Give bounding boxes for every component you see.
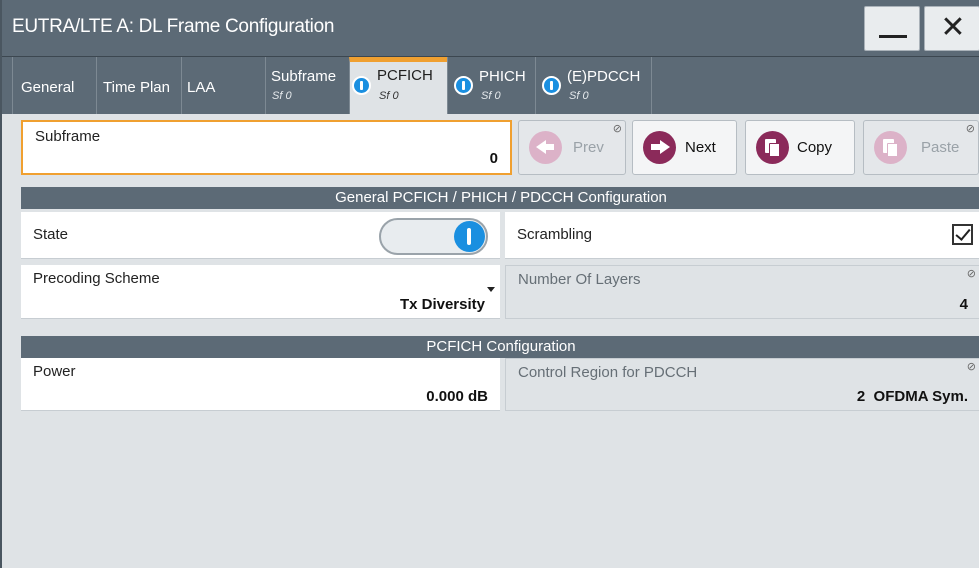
- tab-pcfich[interactable]: PCFICH Sf 0: [349, 57, 447, 114]
- dl-frame-configuration-window: EUTRA/LTE A: DL Frame Configuration ✕ Ge…: [0, 0, 979, 568]
- tab-label: Subframe: [271, 68, 337, 85]
- readonly-icon: ⊘: [966, 360, 976, 373]
- precoding-label: Precoding Scheme: [33, 270, 160, 287]
- state-field: State: [21, 212, 500, 259]
- tab-sublabel: Sf 0: [481, 90, 501, 102]
- control-region-field: ⊘ Control Region for PDCCH 2 OFDMA Sym.: [505, 358, 979, 411]
- tab-subframe[interactable]: Subframe Sf 0: [265, 57, 349, 114]
- state-toggle[interactable]: [379, 218, 488, 255]
- next-button[interactable]: Next: [632, 120, 737, 175]
- prev-button[interactable]: ⊘ Prev: [518, 120, 626, 175]
- subframe-value: 0: [489, 150, 498, 167]
- layers-label: Number Of Layers: [518, 271, 641, 288]
- window-title: EUTRA/LTE A: DL Frame Configuration: [12, 16, 335, 37]
- tab-epdcch[interactable]: (E)PDCCH Sf 0: [535, 57, 652, 114]
- copy-button[interactable]: Copy: [745, 120, 855, 175]
- tab-sublabel: Sf 0: [379, 90, 399, 102]
- pcfich-section-header: PCFICH Configuration: [21, 336, 979, 358]
- paste-button[interactable]: ⊘ Paste: [863, 120, 979, 175]
- toggle-on-icon: [454, 221, 485, 252]
- minimize-button[interactable]: [864, 6, 920, 51]
- paste-icon: [874, 131, 907, 164]
- minimize-icon: [879, 35, 907, 38]
- precoding-value: Tx Diversity: [399, 296, 485, 313]
- subframe-label: Subframe: [35, 128, 101, 145]
- disabled-icon: ⊘: [612, 122, 622, 135]
- title-bar: EUTRA/LTE A: DL Frame Configuration ✕: [2, 0, 979, 57]
- close-icon: ✕: [940, 10, 966, 45]
- tab-label: LAA: [187, 79, 216, 96]
- prev-label: Prev: [573, 139, 604, 156]
- tab-bar: General Time Plan LAA Subframe Sf 0 PCFI…: [2, 57, 979, 114]
- power-value: 0.000 dB: [426, 388, 488, 405]
- tab-label: Time Plan: [103, 79, 170, 96]
- precoding-scheme-dropdown[interactable]: Precoding Scheme Tx Diversity: [21, 265, 500, 319]
- chevron-down-icon: [487, 287, 495, 292]
- control-region-label: Control Region for PDCCH: [518, 364, 698, 381]
- general-section-header: General PCFICH / PHICH / PDCCH Configura…: [21, 187, 979, 209]
- info-icon: [542, 76, 561, 95]
- scrambling-checkbox[interactable]: [952, 224, 973, 245]
- next-label: Next: [685, 139, 716, 156]
- scrambling-field: Scrambling: [505, 212, 979, 259]
- info-icon: [454, 76, 473, 95]
- tab-sublabel: Sf 0: [569, 90, 589, 102]
- number-of-layers-field: ⊘ Number Of Layers 4: [505, 265, 979, 319]
- tab-general[interactable]: General: [12, 57, 96, 114]
- power-field[interactable]: Power 0.000 dB: [21, 358, 500, 411]
- prev-arrow-icon: [529, 131, 562, 164]
- info-icon: [352, 76, 371, 95]
- tab-time-plan[interactable]: Time Plan: [96, 57, 181, 114]
- tab-phich[interactable]: PHICH Sf 0: [447, 57, 535, 114]
- close-button[interactable]: ✕: [924, 6, 979, 51]
- tab-laa[interactable]: LAA: [181, 57, 265, 114]
- control-region-value: 2 OFDMA Sym.: [856, 388, 968, 405]
- layers-value: 4: [959, 296, 968, 313]
- disabled-icon: ⊘: [965, 122, 975, 135]
- paste-label: Paste: [921, 139, 960, 156]
- tab-sublabel: Sf 0: [272, 90, 292, 102]
- readonly-icon: ⊘: [966, 267, 976, 280]
- tab-label: General: [21, 79, 75, 96]
- subframe-field[interactable]: Subframe 0: [21, 120, 512, 175]
- power-label: Power: [33, 363, 76, 380]
- tab-label: PCFICH: [377, 67, 433, 84]
- next-arrow-icon: [643, 131, 676, 164]
- scrambling-label: Scrambling: [517, 226, 593, 243]
- tab-label: (E)PDCCH: [567, 68, 641, 85]
- tab-label: PHICH: [479, 68, 526, 85]
- copy-label: Copy: [797, 139, 833, 156]
- copy-icon: [756, 131, 789, 164]
- state-label: State: [33, 226, 69, 243]
